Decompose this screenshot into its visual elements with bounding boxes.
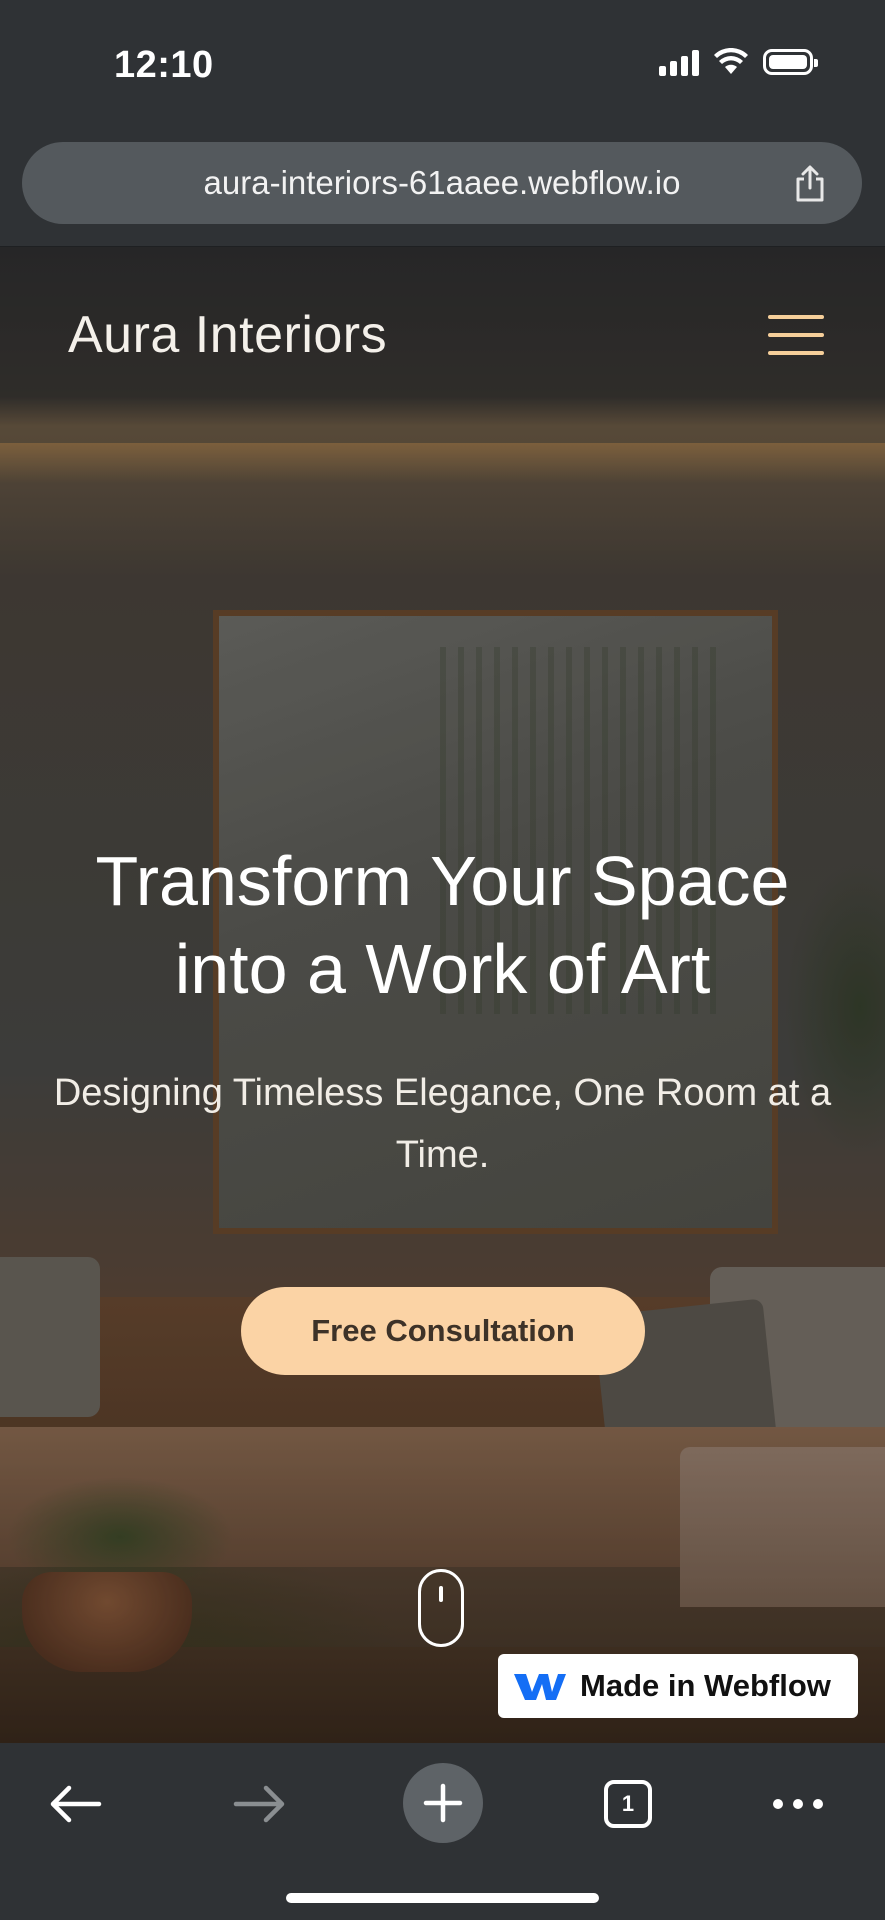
hero-section: Aura Interiors Transform Your Space into… (0, 247, 885, 1743)
site-navbar: Aura Interiors (0, 247, 885, 447)
more-button[interactable] (768, 1767, 828, 1841)
status-time: 12:10 (114, 44, 214, 86)
scroll-mouse-icon (418, 1569, 464, 1647)
made-in-webflow-badge[interactable]: Made in Webflow (498, 1654, 858, 1718)
plus-icon[interactable] (423, 1783, 463, 1823)
wifi-icon (714, 48, 748, 74)
free-consultation-button[interactable]: Free Consultation (241, 1287, 645, 1375)
browser-address-area: aura-interiors-61aaee.webflow.io (0, 130, 885, 247)
tabs-button[interactable]: 1 (600, 1767, 656, 1841)
status-bar: 12:10 (0, 0, 885, 130)
hero-subheadline: Designing Timeless Elegance, One Room at… (53, 1072, 832, 1176)
badge-label[interactable]: Made in Webflow (580, 1668, 831, 1704)
headline-line-2: into a Work of Art (174, 930, 711, 1008)
hero-headline: Transform Your Space into a Work of Art (30, 837, 855, 1013)
arrow-right-icon[interactable] (232, 1784, 288, 1824)
browser-toolbar: 1 (0, 1743, 885, 1920)
back-button[interactable] (40, 1767, 110, 1841)
new-tab-button[interactable] (403, 1763, 483, 1843)
more-dots-icon[interactable] (772, 1798, 824, 1810)
battery-icon (763, 49, 818, 75)
brand-logo[interactable]: Aura Interiors (68, 305, 387, 365)
cellular-signal-icon (659, 48, 699, 76)
address-bar[interactable]: aura-interiors-61aaee.webflow.io (22, 142, 862, 224)
share-icon[interactable] (790, 164, 830, 204)
url-text[interactable]: aura-interiors-61aaee.webflow.io (22, 164, 862, 202)
tabs-icon[interactable]: 1 (604, 1780, 652, 1828)
arrow-left-icon[interactable] (47, 1784, 103, 1824)
status-icons (659, 48, 818, 76)
hamburger-menu-icon[interactable] (768, 315, 824, 357)
home-indicator[interactable] (286, 1893, 599, 1903)
forward-button[interactable] (225, 1767, 295, 1841)
headline-line-1: Transform Your Space (95, 842, 790, 920)
webflow-logo-icon (514, 1674, 566, 1700)
